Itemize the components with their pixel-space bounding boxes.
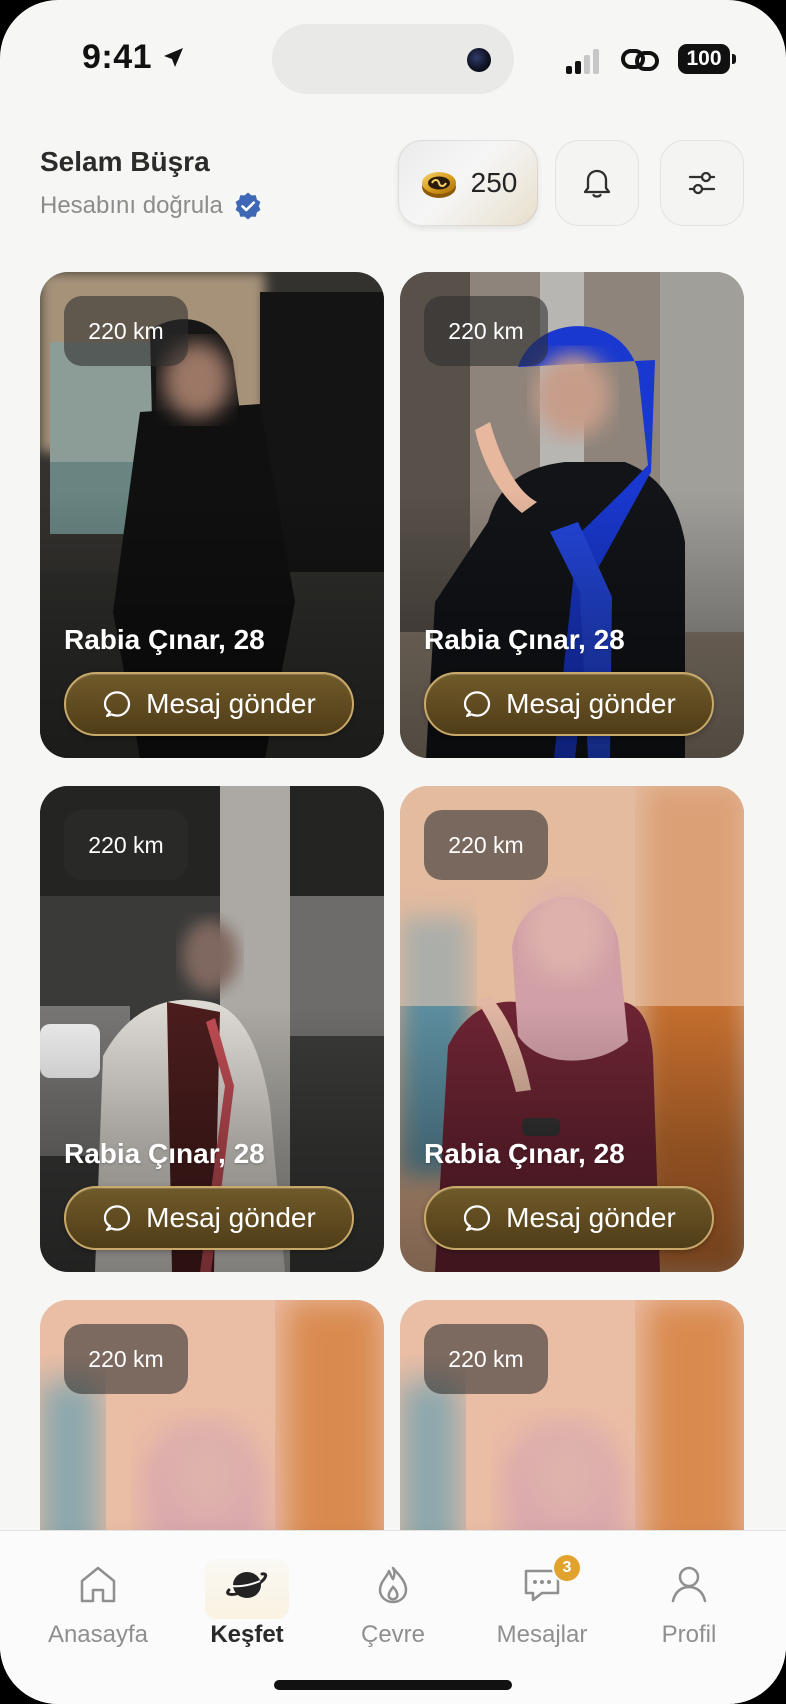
send-message-label: Mesaj gönder <box>146 688 316 719</box>
send-message-button[interactable]: Mesaj gönder <box>64 672 354 736</box>
unread-badge: 3 <box>554 1555 580 1581</box>
tab-mesajlar[interactable]: 3 Mesajlar <box>472 1555 612 1673</box>
planet-icon <box>226 1572 268 1598</box>
distance-badge: 220 km <box>424 1324 548 1394</box>
header: Selam Büşra Hesabını doğrula 250 <box>0 138 786 238</box>
verify-account-link[interactable]: Hesabını doğrula <box>40 190 263 222</box>
distance-badge: 220 km <box>424 296 548 366</box>
card-name: Rabia Çınar, 28 <box>64 624 265 655</box>
tab-label: Keşfet <box>210 1621 284 1648</box>
profile-card[interactable]: 220 km Rabia Çınar, 28 Mesaj gönder <box>400 786 744 1272</box>
tab-anasayfa[interactable]: Anasayfa <box>28 1563 168 1673</box>
send-message-button[interactable]: Mesaj gönder <box>64 1186 354 1250</box>
location-arrow-icon <box>164 48 183 67</box>
home-icon <box>80 1566 116 1603</box>
tab-kesfet[interactable]: Keşfet <box>177 1559 317 1673</box>
distance-badge: 220 km <box>64 296 188 366</box>
coin-icon <box>421 172 456 198</box>
send-message-label: Mesaj gönder <box>506 688 676 719</box>
battery-tip <box>732 54 736 64</box>
tab-cevre[interactable]: Çevre <box>323 1563 463 1673</box>
battery-icon: 100 <box>678 44 738 74</box>
flame-icon <box>378 1566 408 1604</box>
status-bar: 9:41 100 <box>0 0 786 120</box>
card-name: Rabia Çınar, 28 <box>64 1138 265 1169</box>
front-camera <box>467 48 491 72</box>
chat-bubble-icon <box>464 691 491 718</box>
chat-bubble-icon <box>464 1205 491 1232</box>
coins-button[interactable]: 250 <box>398 140 538 226</box>
greeting-text: Selam Büşra <box>40 146 210 177</box>
verified-badge-icon <box>235 192 261 220</box>
notifications-button[interactable] <box>555 140 639 226</box>
chat-bubble-icon <box>104 691 131 718</box>
send-message-label: Mesaj gönder <box>146 1202 316 1233</box>
filter-button[interactable] <box>660 140 744 226</box>
tab-label: Anasayfa <box>47 1621 149 1648</box>
bottom-tab-bar: Anasayfa Keşfet Çevre 3 Mesajlar Profil <box>0 1530 786 1704</box>
tab-label: Profil <box>661 1621 717 1648</box>
profile-card[interactable]: 220 km Rabia Çınar, 28 Mesaj gönder <box>400 272 744 758</box>
signal-icon <box>566 49 599 74</box>
profile-card[interactable]: 220 km Rabia Çınar, 28 Mesaj gönder <box>40 272 384 758</box>
card-name: Rabia Çınar, 28 <box>424 624 625 655</box>
profile-card[interactable]: 220 km Rabia Çınar, 28 Mesaj gönder <box>40 786 384 1272</box>
verify-account-label: Hesabını doğrula <box>40 192 223 219</box>
tab-profil[interactable]: Profil <box>619 1563 759 1673</box>
battery-level: 100 <box>686 47 722 70</box>
link-icon <box>621 49 659 71</box>
card-name: Rabia Çınar, 28 <box>424 1138 625 1169</box>
send-message-label: Mesaj gönder <box>506 1202 676 1233</box>
bell-icon <box>583 169 611 198</box>
tab-label: Çevre <box>360 1621 426 1648</box>
filter-sliders-icon <box>688 171 716 195</box>
profile-icon <box>671 1566 707 1603</box>
home-indicator[interactable] <box>274 1680 512 1690</box>
send-message-button[interactable]: Mesaj gönder <box>424 672 714 736</box>
send-message-button[interactable]: Mesaj gönder <box>424 1186 714 1250</box>
phone-screen: 9:41 100 Selam Büşra Hesabını doğrula 25… <box>0 0 786 1704</box>
distance-badge: 220 km <box>64 810 188 880</box>
status-time: 9:41 <box>82 38 153 76</box>
distance-badge: 220 km <box>424 810 548 880</box>
distance-badge: 220 km <box>64 1324 188 1394</box>
tab-label: Mesajlar <box>496 1621 588 1648</box>
chat-bubble-icon <box>104 1205 131 1232</box>
coins-value: 250 <box>470 167 518 198</box>
